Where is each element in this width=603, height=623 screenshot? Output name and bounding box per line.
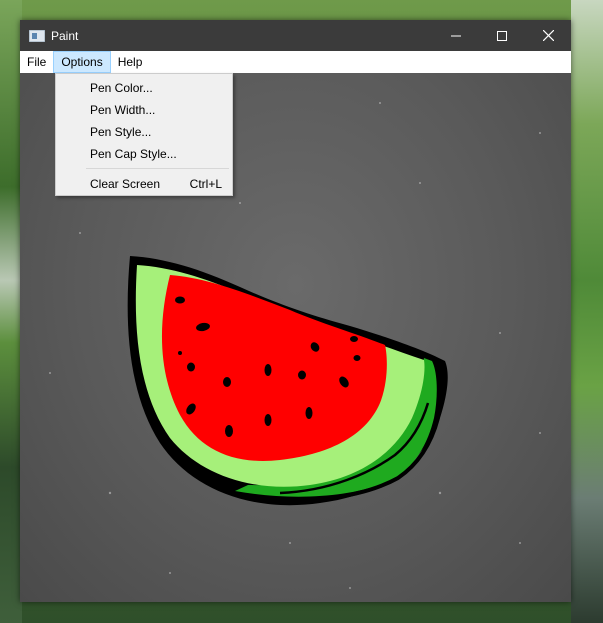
menu-item-label: Pen Style... xyxy=(90,125,152,139)
menu-bar: File Options Help xyxy=(20,51,571,73)
window-title: Paint xyxy=(51,28,79,43)
menu-item-pen-style[interactable]: Pen Style... xyxy=(90,122,222,142)
menu-item-pen-cap-style[interactable]: Pen Cap Style... xyxy=(90,144,222,164)
window-controls xyxy=(433,20,571,51)
menu-item-label: Pen Color... xyxy=(90,81,153,95)
maximize-button[interactable] xyxy=(479,20,525,51)
close-button[interactable] xyxy=(525,20,571,51)
menu-item-clear-screen[interactable]: Clear Screen Ctrl+L xyxy=(90,174,222,194)
menu-item-label: Clear Screen xyxy=(90,177,161,191)
options-dropdown-menu: Pen Color... Pen Width... Pen Style... P… xyxy=(55,73,233,196)
app-icon xyxy=(29,29,45,42)
maximize-icon xyxy=(497,30,507,41)
menu-help[interactable]: Help xyxy=(111,51,150,73)
desktop-wallpaper-left xyxy=(0,0,22,623)
title-bar[interactable]: Paint xyxy=(20,20,571,51)
menu-options[interactable]: Options xyxy=(53,51,111,73)
menu-item-label: Pen Cap Style... xyxy=(90,147,177,161)
close-icon xyxy=(542,30,554,41)
desktop-wallpaper-right xyxy=(571,0,603,623)
menu-item-pen-width[interactable]: Pen Width... xyxy=(90,100,222,120)
menu-item-label: Pen Width... xyxy=(90,103,156,117)
watermelon-drawing xyxy=(127,256,448,506)
menu-separator xyxy=(86,168,229,169)
menu-file[interactable]: File xyxy=(20,51,53,73)
minimize-icon xyxy=(451,35,461,36)
menu-item-pen-color[interactable]: Pen Color... xyxy=(90,78,222,98)
menu-item-shortcut: Ctrl+L xyxy=(189,177,222,191)
minimize-button[interactable] xyxy=(433,20,479,51)
